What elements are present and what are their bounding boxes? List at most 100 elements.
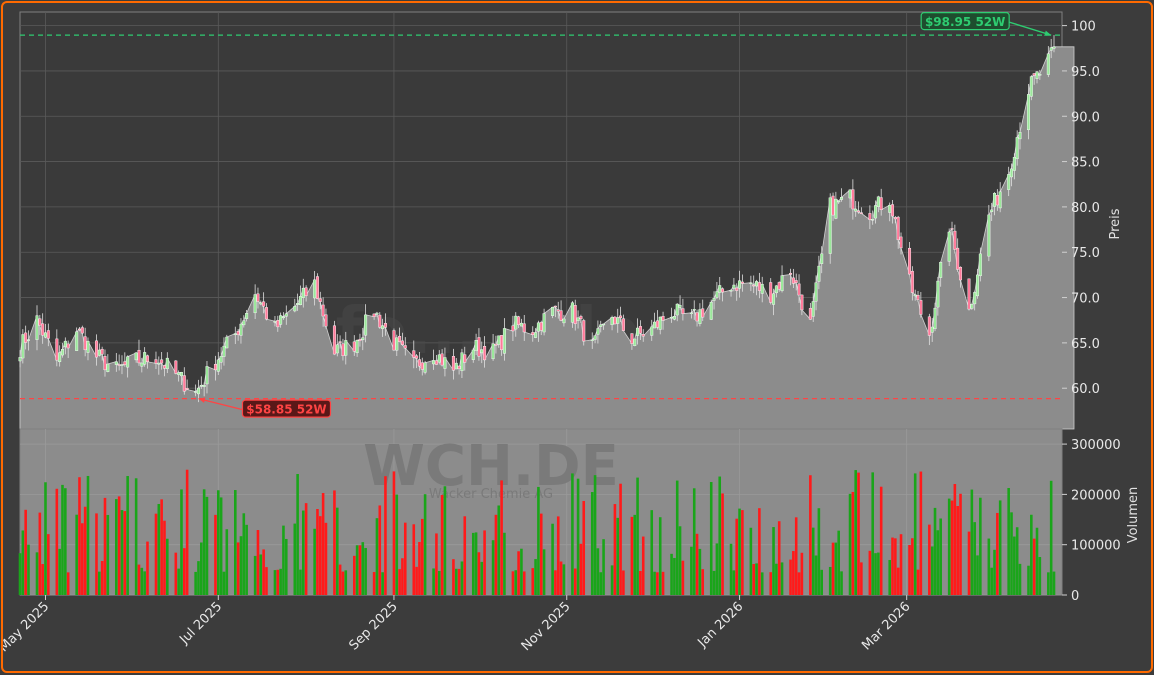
volume-bar xyxy=(313,528,316,595)
volume-bar xyxy=(868,550,872,595)
candle-body xyxy=(415,355,419,359)
volume-bar xyxy=(749,527,753,595)
volume-bar xyxy=(930,546,934,595)
volume-bar xyxy=(834,542,838,595)
chart-canvas: fo... ..de WCH.DE Wacker Chemie AG 60.06… xyxy=(0,11,1141,655)
candle-body xyxy=(976,274,980,297)
volume-bar xyxy=(245,524,248,595)
volume-bar xyxy=(939,518,942,595)
volume-bar xyxy=(539,513,543,595)
volume-tick-label: 100000 xyxy=(1071,539,1121,554)
candle-body xyxy=(395,337,399,351)
volume-bar xyxy=(653,571,656,595)
candle-body xyxy=(891,204,895,217)
volume-bar xyxy=(950,500,954,595)
volume-bar xyxy=(874,553,877,595)
candle-body xyxy=(174,360,178,374)
volume-bar xyxy=(202,489,206,595)
candle-body xyxy=(919,300,923,315)
candle-body xyxy=(868,213,872,220)
volume-bar xyxy=(573,568,577,595)
candle-body xyxy=(831,195,835,216)
candle-body xyxy=(154,359,158,364)
volume-axis-label: Volumen xyxy=(1126,487,1141,544)
volume-bar xyxy=(1015,527,1019,595)
candle-body xyxy=(511,325,515,332)
volume-bar xyxy=(471,532,475,595)
candle-body xyxy=(58,352,62,363)
volume-bar xyxy=(378,505,382,595)
volume-bar xyxy=(993,549,996,595)
volume-bar xyxy=(361,542,365,595)
candle-body xyxy=(296,303,300,305)
volume-bar xyxy=(1010,512,1013,595)
volume-bar xyxy=(83,506,87,595)
volume-bar xyxy=(214,514,217,595)
volume-bar xyxy=(477,552,481,595)
candle-body xyxy=(412,350,416,358)
volume-bar xyxy=(432,568,435,595)
candle-body xyxy=(460,352,464,372)
candle-body xyxy=(355,340,359,354)
candle-body xyxy=(477,337,481,357)
volume-bar xyxy=(576,478,580,595)
volume-bar xyxy=(661,571,665,595)
candle-body xyxy=(871,219,875,221)
volume-bar xyxy=(794,517,798,595)
volume-bar xyxy=(636,477,639,595)
candle-body xyxy=(344,340,348,356)
volume-bar xyxy=(282,525,285,595)
candle-body xyxy=(590,339,594,341)
candle-body xyxy=(536,322,540,332)
candle-body xyxy=(483,346,487,361)
volume-bar xyxy=(180,489,183,595)
candle-body xyxy=(443,357,447,369)
volume-bar xyxy=(562,564,566,595)
volume-bar xyxy=(800,552,804,595)
candle-body xyxy=(820,253,824,264)
volume-bar xyxy=(894,538,897,595)
volume-bar xyxy=(239,536,243,595)
candle-body xyxy=(400,340,404,346)
candle-body xyxy=(613,316,617,325)
candle-body xyxy=(519,322,523,327)
candle-body xyxy=(658,316,662,330)
volume-bar xyxy=(174,552,178,595)
price-tick-label: 80.0 xyxy=(1071,201,1100,216)
candle-body xyxy=(834,198,838,219)
volume-bar xyxy=(154,513,158,595)
price-tick-label: 70.0 xyxy=(1071,292,1100,307)
volume-bar xyxy=(64,488,67,595)
volume-bar xyxy=(299,569,302,595)
volume-bar xyxy=(273,570,277,595)
volume-bar xyxy=(559,561,563,595)
volume-bar xyxy=(792,551,795,595)
candle-body xyxy=(216,359,220,372)
price-tick-label: 90.0 xyxy=(1071,110,1100,125)
candle-body xyxy=(735,287,739,291)
volume-bar xyxy=(352,555,356,595)
volume-bar xyxy=(1038,557,1042,595)
volume-bar xyxy=(741,510,744,595)
candle-body xyxy=(774,285,778,294)
candle-body xyxy=(1029,76,1033,97)
volume-bar xyxy=(372,572,376,595)
volume-bar xyxy=(718,476,722,595)
volume-bar xyxy=(650,510,654,595)
volume-bar xyxy=(953,483,957,595)
volume-bar xyxy=(610,565,614,595)
candle-body xyxy=(61,349,64,356)
candle-body xyxy=(534,332,538,338)
volume-bar xyxy=(1030,514,1033,595)
volume-bar xyxy=(200,542,203,595)
candle-body xyxy=(236,331,240,335)
candle-body xyxy=(927,316,931,336)
candle-body xyxy=(80,327,84,334)
candle-body xyxy=(242,320,246,326)
candle-body xyxy=(531,332,535,336)
candle-body xyxy=(194,391,198,393)
price-tick-label: 60.0 xyxy=(1071,382,1100,397)
candle-body xyxy=(542,313,546,333)
candle-body xyxy=(522,323,526,333)
volume-bar xyxy=(857,472,860,595)
